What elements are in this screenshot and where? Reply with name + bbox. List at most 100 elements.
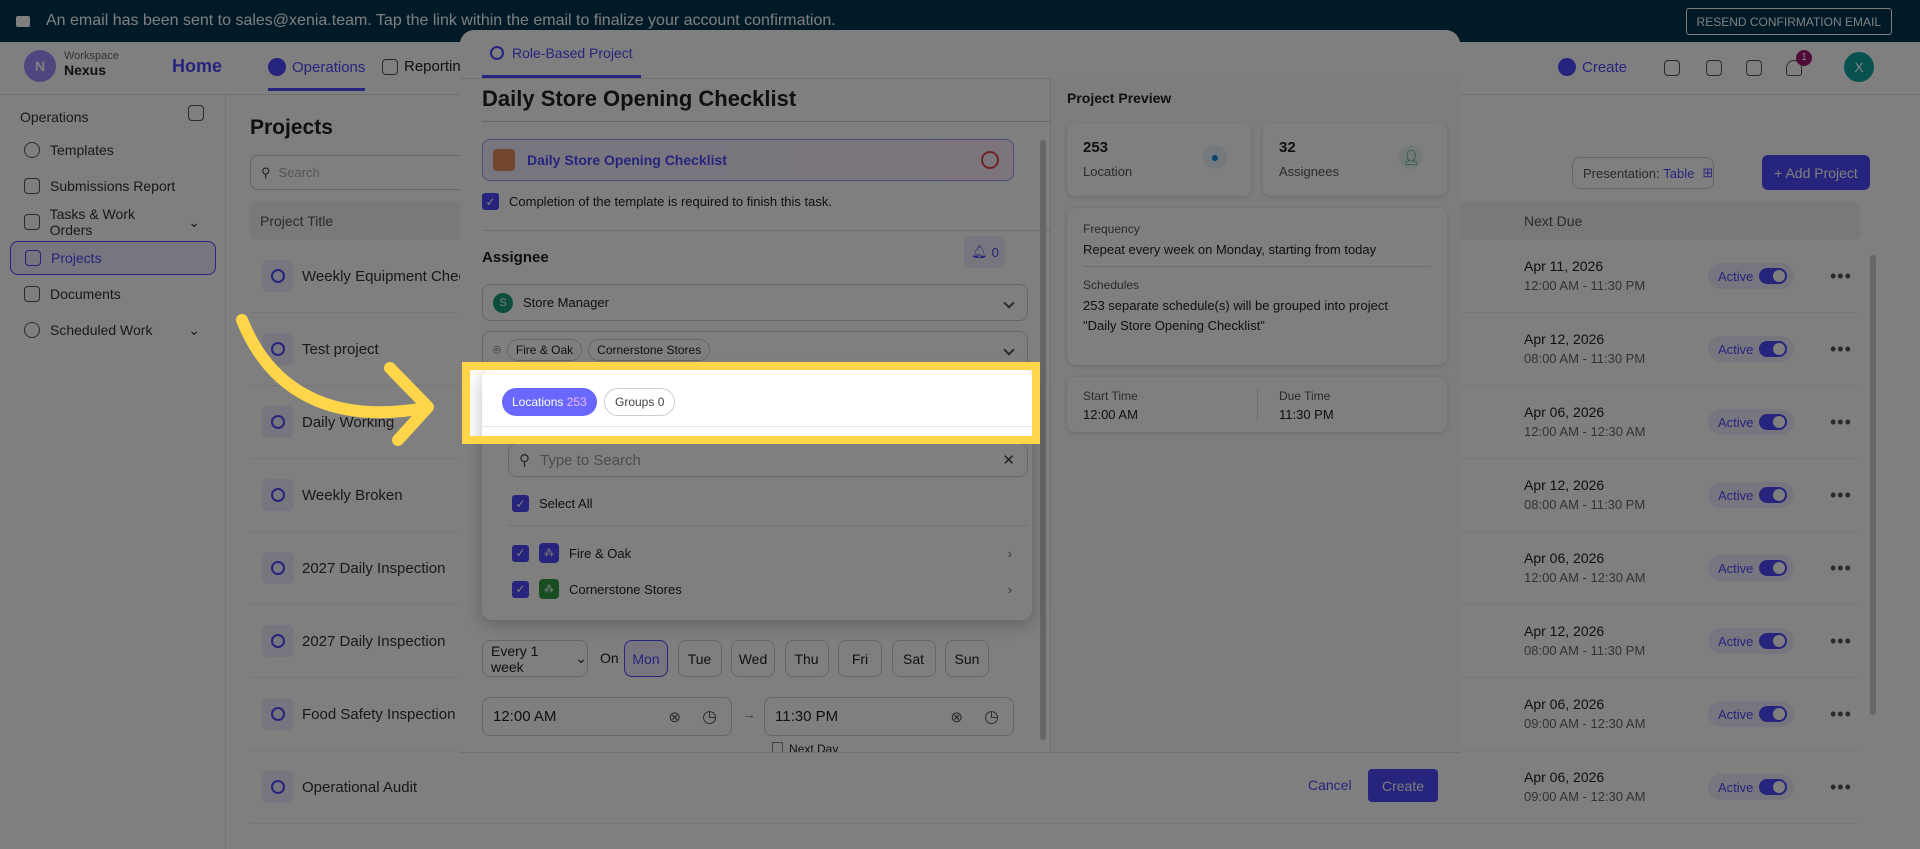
workspace-label: Workspace — [64, 50, 119, 62]
divider — [508, 525, 1028, 526]
toggle-switch[interactable] — [1759, 560, 1788, 576]
checkbox[interactable] — [772, 742, 783, 752]
location-option-cornerstone[interactable]: ✓ ⁂ Cornerstone Stores › — [512, 579, 1012, 599]
status-toggle[interactable]: Active — [1708, 628, 1794, 654]
location-select[interactable]: ⌾ Fire & Oak Cornerstone Stores — [482, 331, 1028, 368]
status-toggle[interactable]: Active — [1708, 774, 1794, 800]
resend-confirmation-button[interactable]: RESEND CONFIRMATION EMAIL — [1685, 8, 1892, 35]
clear-search-icon[interactable]: ✕ — [1002, 451, 1015, 469]
selected-template[interactable]: Daily Store Opening Checklist — [482, 139, 1014, 181]
required-checkbox-row[interactable]: ✓ Completion of the template is required … — [482, 193, 832, 210]
invite-user-icon[interactable] — [1664, 60, 1680, 76]
notification-settings-button[interactable]: 🔔︎ 0 — [964, 236, 1006, 268]
day-thu-button[interactable]: Thu — [784, 640, 829, 677]
status-toggle[interactable]: Active — [1708, 409, 1794, 435]
next-day-checkbox[interactable]: Next Day — [772, 742, 838, 752]
checkbox[interactable]: ✓ — [512, 580, 529, 598]
required-checkbox[interactable]: ✓ — [482, 193, 499, 210]
status-toggle[interactable]: Active — [1708, 701, 1794, 727]
toggle-switch[interactable] — [1759, 414, 1788, 430]
sidebar-item-tasks[interactable]: Tasks & Work Orders ⌄ — [10, 205, 216, 239]
next-due: Apr 06, 2026 09:00 AM - 12:30 AM — [1524, 694, 1645, 734]
sidebar-item-scheduled-work[interactable]: Scheduled Work ⌄ — [10, 313, 216, 347]
more-options-icon[interactable]: ••• — [1830, 631, 1852, 652]
checkbox[interactable]: ✓ — [512, 544, 529, 562]
remove-template-icon[interactable] — [981, 151, 999, 169]
toggle-switch[interactable] — [1759, 487, 1788, 503]
clear-icon[interactable]: ⊗ — [950, 708, 963, 726]
location-option-fire-oak[interactable]: ✓ ⁂ Fire & Oak › — [512, 543, 1012, 563]
mail-icon — [16, 15, 30, 27]
more-options-icon[interactable]: ••• — [1830, 266, 1852, 287]
clock-icon[interactable]: ◷ — [984, 707, 999, 727]
status-toggle[interactable]: Active — [1708, 336, 1794, 362]
day-wed-button[interactable]: Wed — [731, 640, 775, 677]
nav-reporting[interactable]: Reporting — [382, 58, 469, 75]
day-sun-button[interactable]: Sun — [945, 640, 989, 677]
form-scrollbar[interactable] — [1040, 140, 1046, 740]
collapse-sidebar-icon[interactable] — [188, 105, 204, 121]
chevron-right-icon[interactable]: › — [1008, 546, 1012, 561]
more-options-icon[interactable]: ••• — [1830, 558, 1852, 579]
location-search-input[interactable]: ⚲ Type to Search ✕ — [508, 443, 1028, 477]
tab-label: Role-Based Project — [512, 44, 633, 61]
frequency-select[interactable]: Every 1 week ⌄ — [482, 640, 588, 677]
clock-icon[interactable]: ◷ — [702, 707, 717, 727]
add-project-button[interactable]: + Add Project — [1762, 155, 1870, 190]
select-all-option[interactable]: ✓ Select All — [512, 495, 592, 512]
status-toggle[interactable]: Active — [1708, 555, 1794, 581]
status-label: Active — [1718, 633, 1754, 649]
start-time-input[interactable]: 12:00 AM ⊗ ◷ — [482, 697, 732, 736]
puzzle-icon[interactable] — [1746, 60, 1762, 76]
assignee-label: Assignee — [482, 249, 549, 266]
toggle-switch[interactable] — [1759, 706, 1788, 722]
toggle-switch[interactable] — [1759, 779, 1788, 795]
create-project-button[interactable]: Create — [1368, 769, 1438, 802]
day-fri-button[interactable]: Fri — [838, 640, 882, 677]
more-options-icon[interactable]: ••• — [1830, 339, 1852, 360]
user-avatar[interactable]: X — [1844, 52, 1874, 82]
sidebar-item-documents[interactable]: Documents — [10, 277, 216, 311]
nav-home[interactable]: Home — [172, 56, 222, 77]
sidebar-item-templates[interactable]: Templates — [10, 133, 216, 167]
role-select[interactable]: S Store Manager — [482, 284, 1028, 321]
workspace-avatar[interactable]: N — [24, 50, 56, 82]
more-options-icon[interactable]: ••• — [1830, 704, 1852, 725]
cancel-button[interactable]: Cancel — [1300, 769, 1360, 801]
chevron-right-icon[interactable]: › — [1008, 582, 1012, 597]
day-sat-button[interactable]: Sat — [891, 640, 936, 677]
create-button[interactable]: Create — [1558, 58, 1627, 76]
clear-icon[interactable]: ⊗ — [668, 708, 681, 726]
project-title-input[interactable]: Daily Store Opening Checklist — [482, 86, 1050, 122]
telescope-icon[interactable] — [1706, 60, 1722, 76]
schedules-label: Schedules — [1083, 278, 1140, 292]
workspace-switcher[interactable]: Workspace Nexus — [64, 50, 119, 78]
sidebar-item-submissions-report[interactable]: Submissions Report — [10, 169, 216, 203]
project-preview-panel: Project Preview 253 Location ● 32 Assign… — [1050, 78, 1460, 752]
more-options-icon[interactable]: ••• — [1830, 485, 1852, 506]
presentation-toggle[interactable]: Presentation: Table ⊞ — [1572, 157, 1714, 189]
frequency-text: Repeat every week on Monday, starting fr… — [1083, 242, 1377, 257]
due-time-input[interactable]: 11:30 PM ⊗ ◷ — [764, 697, 1014, 736]
chevron-down-icon: ⌄ — [575, 650, 587, 666]
more-options-icon[interactable]: ••• — [1830, 412, 1852, 433]
day-tue-button[interactable]: Tue — [677, 640, 722, 677]
day-mon-button[interactable]: Mon — [624, 640, 668, 677]
tab-locations[interactable]: Locations 253 — [502, 388, 597, 416]
due-date: Apr 06, 2026 — [1524, 404, 1605, 420]
status-toggle[interactable]: Active — [1708, 263, 1794, 289]
sidebar-item-projects[interactable]: Projects — [10, 241, 216, 275]
location-tag: Cornerstone Stores — [588, 338, 711, 361]
assignee-count-card: 32 Assignees 👤︎ — [1263, 123, 1447, 196]
toggle-switch[interactable] — [1759, 341, 1788, 357]
more-options-icon[interactable]: ••• — [1830, 777, 1852, 798]
nav-operations[interactable]: Operations — [268, 58, 366, 91]
table-scrollbar[interactable] — [1870, 255, 1876, 715]
sidebar: Operations Templates Submissions Report … — [0, 95, 226, 849]
tab-groups[interactable]: Groups 0 — [604, 388, 676, 416]
checkbox[interactable]: ✓ — [512, 495, 529, 512]
toggle-switch[interactable] — [1759, 268, 1788, 284]
status-toggle[interactable]: Active — [1708, 482, 1794, 508]
toggle-switch[interactable] — [1759, 633, 1788, 649]
tab-role-based-project[interactable]: Role-Based Project — [482, 30, 641, 78]
